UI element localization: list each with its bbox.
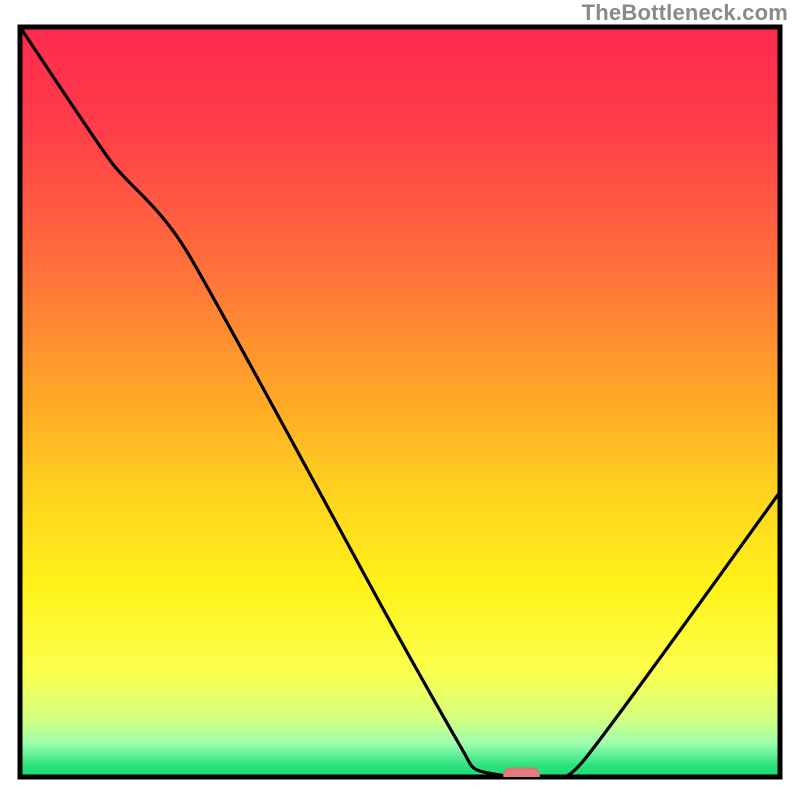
chart-svg [0, 0, 800, 800]
chart-container: TheBottleneck.com [0, 0, 800, 800]
optimal-marker [504, 768, 540, 782]
plot-background [20, 27, 780, 777]
